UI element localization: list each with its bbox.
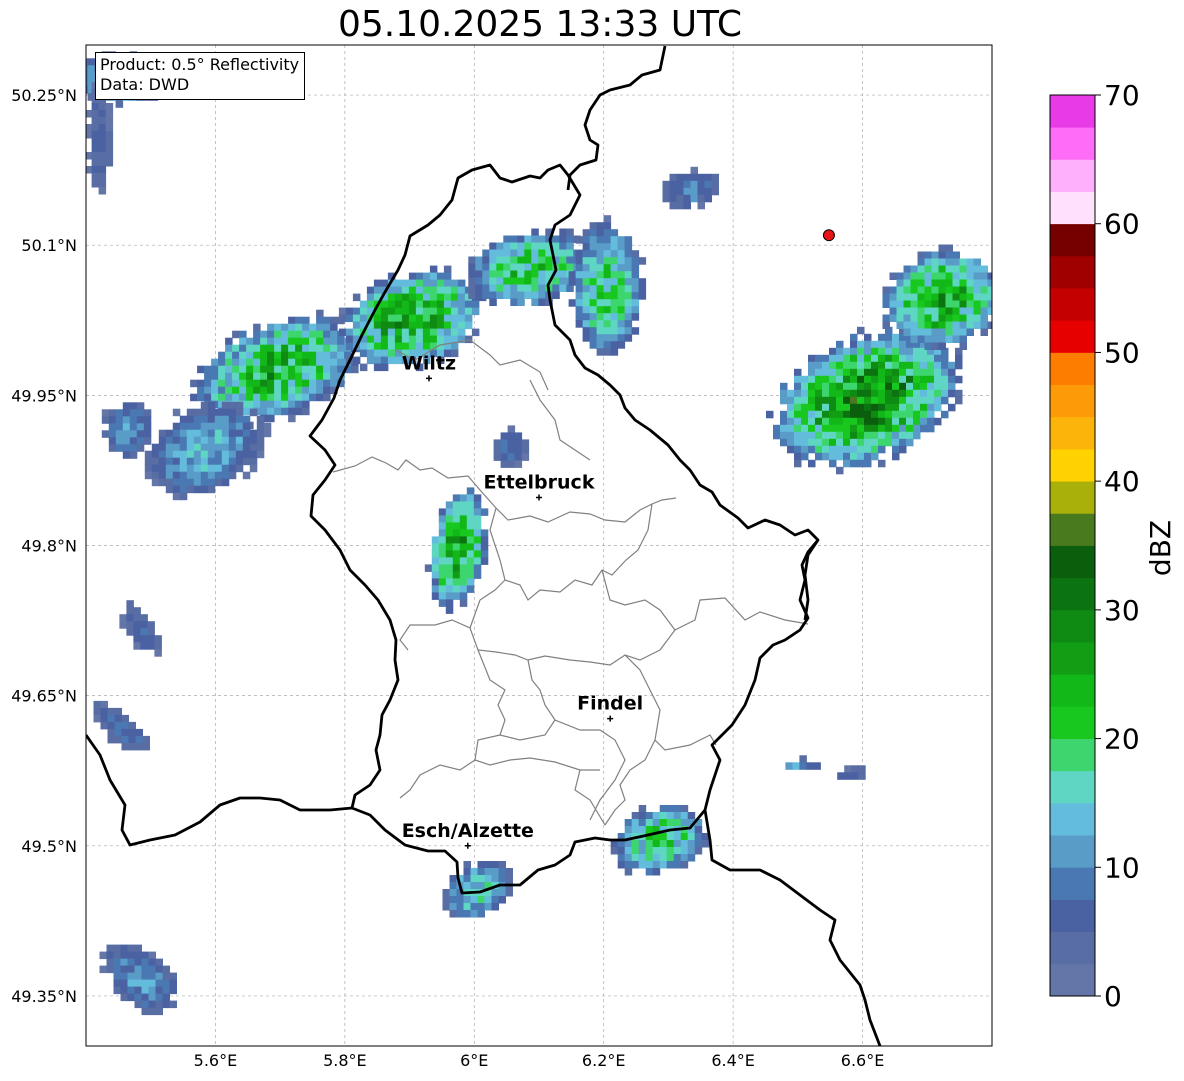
colorbar-swatch xyxy=(1050,416,1095,450)
colorbar-swatch xyxy=(1050,223,1095,257)
colorbar-tick-label: 0 xyxy=(1104,980,1122,1013)
colorbar-swatch xyxy=(1050,288,1095,321)
colorbar-swatch xyxy=(1050,95,1095,128)
colorbar-swatch xyxy=(1050,931,1095,965)
colorbar-tick-label: 60 xyxy=(1104,208,1140,241)
colorbar-tick-label: 40 xyxy=(1104,465,1140,498)
colorbar-swatch xyxy=(1050,352,1095,386)
colorbar-swatch xyxy=(1050,609,1095,643)
colorbar-swatch xyxy=(1050,127,1095,160)
colorbar-tick-label: 70 xyxy=(1104,79,1140,112)
colorbar-ticks: 0 10 20 30 40 50 60 70 xyxy=(1095,79,1140,1013)
colorbar: 0 10 20 30 40 50 60 70 dBZ xyxy=(1049,79,1177,1013)
colorbar-swatch xyxy=(1050,899,1095,933)
colorbar-swatch xyxy=(1050,448,1095,482)
colorbar-swatches xyxy=(1050,95,1095,997)
colorbar-swatch xyxy=(1050,191,1095,225)
colorbar-swatch xyxy=(1050,770,1095,804)
colorbar-swatch xyxy=(1050,963,1095,997)
colorbar-swatch xyxy=(1050,513,1095,546)
colorbar-swatch xyxy=(1050,320,1095,353)
colorbar-swatch xyxy=(1050,481,1095,514)
colorbar-swatch xyxy=(1050,384,1095,418)
colorbar-swatch xyxy=(1050,835,1095,868)
colorbar-label: dBZ xyxy=(1144,520,1177,576)
colorbar-tick-label: 50 xyxy=(1104,336,1140,369)
colorbar-swatch xyxy=(1050,867,1095,900)
colorbar-tick-label: 10 xyxy=(1104,851,1140,884)
colorbar-swatch xyxy=(1050,545,1095,579)
colorbar-swatch xyxy=(1050,642,1095,675)
colorbar-swatch xyxy=(1050,577,1095,611)
colorbar-swatch xyxy=(1050,706,1095,739)
colorbar-swatch xyxy=(1050,255,1095,289)
colorbar-tick-label: 30 xyxy=(1104,594,1140,627)
colorbar-swatch xyxy=(1050,802,1095,836)
colorbar-swatch xyxy=(1050,738,1095,772)
colorbar-swatch xyxy=(1050,674,1095,707)
colorbar-tick-label: 20 xyxy=(1104,723,1140,756)
colorbar-swatch xyxy=(1050,159,1095,192)
